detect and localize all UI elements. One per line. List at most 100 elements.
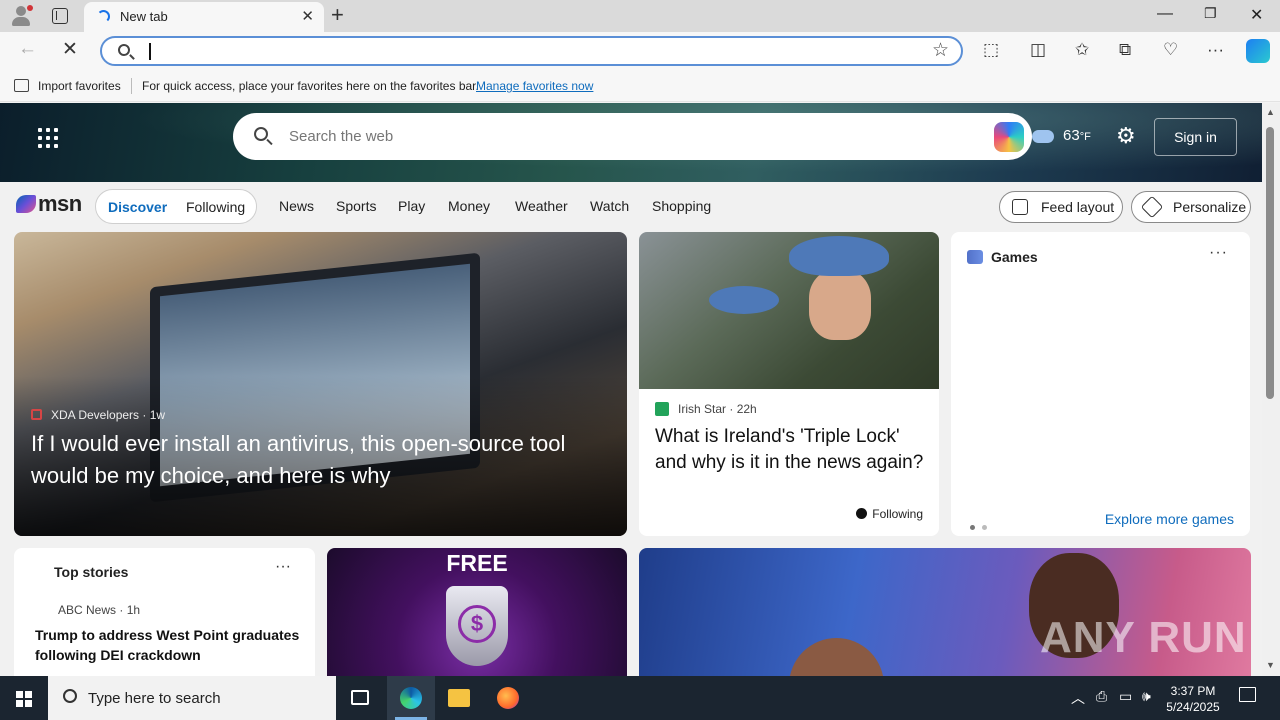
show-hidden-icons[interactable]: ︿ — [1071, 688, 1085, 708]
nav-watch[interactable]: Watch — [590, 198, 629, 214]
article-title[interactable]: What is Ireland's 'Triple Lock' and why … — [655, 424, 927, 476]
nav-weather[interactable]: Weather — [515, 198, 568, 214]
task-view-icon — [351, 690, 369, 705]
following-badge[interactable]: Following — [856, 507, 923, 521]
msn-logo[interactable]: msn — [16, 191, 82, 217]
weather-temperature: 63 — [1063, 127, 1080, 144]
more-options-icon[interactable]: ··· — [275, 558, 291, 576]
source-logo-icon — [31, 409, 42, 420]
system-clock[interactable]: 3:37 PM 5/24/2025 — [1163, 683, 1223, 715]
copilot-icon[interactable] — [1246, 39, 1270, 63]
promo-card[interactable]: FREE $ — [327, 548, 627, 676]
feed-layout-button[interactable]: Feed layout — [999, 191, 1123, 223]
nav-play[interactable]: Play — [398, 198, 425, 214]
task-view-button[interactable] — [336, 676, 384, 720]
top-stories-card: Top stories ··· ABC News · 1h Trump to a… — [14, 548, 315, 676]
device-icon[interactable]: ⎙ — [1096, 688, 1107, 705]
article-source-row: XDA Developers · 1w — [31, 408, 165, 422]
scroll-down-icon[interactable]: ▼ — [1266, 660, 1275, 670]
article-source-row: ABC News · 1h — [58, 603, 141, 617]
search-icon — [63, 689, 77, 703]
add-favorite-icon[interactable]: ☆ — [932, 39, 949, 62]
close-tab-icon[interactable]: ✕ — [301, 7, 314, 25]
watermark: ANY RUN — [1040, 613, 1247, 662]
games-card: Games ··· Explore more games — [951, 232, 1250, 536]
top-stories-title: Top stories — [54, 564, 129, 580]
personalize-button[interactable]: Personalize — [1131, 191, 1251, 223]
window-close-icon[interactable]: ✕ — [1250, 5, 1263, 25]
games-icon — [967, 250, 983, 264]
article-image — [639, 232, 939, 389]
clock-time: 3:37 PM — [1170, 684, 1216, 698]
new-tab-icon[interactable]: + — [331, 4, 344, 26]
tab-discover[interactable]: Discover — [108, 199, 167, 215]
sign-in-button[interactable]: Sign in — [1154, 118, 1237, 156]
promo-word: FREE — [446, 550, 508, 576]
feed-tab-switcher: Discover Following — [95, 189, 257, 224]
tab-strip: New tab ✕ + — ❐ ✕ — [0, 0, 1280, 32]
favorites-bar-message: For quick access, place your favorites h… — [142, 79, 479, 93]
msn-butterfly-icon — [16, 195, 36, 213]
nav-sports[interactable]: Sports — [336, 198, 376, 214]
tab-new-tab[interactable]: New tab ✕ — [84, 2, 324, 32]
search-icon — [254, 127, 268, 141]
copilot-icon[interactable] — [994, 122, 1024, 152]
sliders-icon — [1012, 199, 1028, 215]
scroll-thumb[interactable] — [1266, 127, 1274, 399]
top-story-headline[interactable]: Trump to address West Point graduates fo… — [35, 625, 305, 665]
extensions-icon[interactable]: ⬚ — [983, 40, 999, 60]
check-icon — [856, 508, 868, 519]
tab-following[interactable]: Following — [186, 199, 245, 215]
dollar-icon: $ — [458, 605, 496, 643]
hero-article-card[interactable]: XDA Developers · 1w If I would ever inst… — [14, 232, 627, 536]
taskbar-file-explorer[interactable] — [435, 676, 483, 720]
taskbar-firefox[interactable] — [484, 676, 532, 720]
app-launcher-icon[interactable] — [38, 128, 58, 148]
web-search-box[interactable]: Search the web — [233, 113, 1032, 160]
browser-toolbar: ← ✕ ☆ ⬚ ◫ ✩ ⧉ ♡ ··· — [0, 32, 1280, 70]
minimize-icon[interactable]: — — [1157, 5, 1173, 23]
hero-article-title[interactable]: If I would ever install an antivirus, th… — [31, 428, 611, 492]
windows-start-icon[interactable] — [16, 691, 32, 707]
article-source-row: Irish Star · 22h — [655, 402, 757, 416]
manage-favorites-link[interactable]: Manage favorites now — [476, 79, 593, 93]
windows-taskbar: Type here to search ︿ ⎙ ▭ 🕪 3:37 PM 5/24… — [0, 676, 1280, 720]
split-screen-icon[interactable]: ◫ — [1030, 40, 1046, 60]
explore-more-games-link[interactable]: Explore more games — [1105, 511, 1234, 527]
games-title: Games — [991, 249, 1038, 265]
weather-widget[interactable]: 63°F — [1032, 127, 1091, 144]
nav-news[interactable]: News — [279, 198, 314, 214]
news-card-ireland[interactable]: Irish Star · 22h What is Ireland's 'Trip… — [639, 232, 939, 536]
edge-icon — [400, 687, 422, 709]
more-options-icon[interactable]: ··· — [1207, 40, 1224, 60]
scroll-up-icon[interactable]: ▲ — [1266, 107, 1275, 117]
import-favorites-button[interactable]: Import favorites — [38, 79, 121, 93]
taskbar-search-box[interactable]: Type here to search — [48, 676, 336, 720]
vertical-scrollbar[interactable]: ▲ ▼ — [1262, 103, 1280, 676]
settings-gear-icon[interactable]: ⚙ — [1116, 123, 1136, 149]
web-search-placeholder: Search the web — [289, 128, 394, 145]
back-icon[interactable]: ← — [18, 38, 37, 60]
volume-icon[interactable]: 🕪 — [1142, 688, 1151, 705]
carousel-dots[interactable] — [970, 517, 994, 535]
nav-money[interactable]: Money — [448, 198, 490, 214]
taskbar-edge[interactable] — [387, 676, 435, 720]
address-bar[interactable]: ☆ — [100, 36, 963, 66]
browser-essentials-icon[interactable]: ♡ — [1163, 40, 1178, 60]
profile-icon[interactable] — [9, 5, 33, 27]
tab-actions-icon[interactable] — [52, 8, 68, 24]
restore-icon[interactable]: ❐ — [1204, 5, 1217, 22]
taskbar-search-placeholder: Type here to search — [88, 690, 221, 707]
clock-date: 5/24/2025 — [1166, 700, 1220, 714]
more-options-icon[interactable]: ··· — [1209, 244, 1228, 262]
personalize-icon — [1140, 195, 1164, 219]
text-caret — [149, 43, 151, 60]
nav-shopping[interactable]: Shopping — [652, 198, 711, 214]
collections-icon[interactable]: ⧉ — [1119, 40, 1131, 60]
stop-loading-icon[interactable]: ✕ — [62, 38, 78, 61]
notifications-icon[interactable] — [1239, 687, 1256, 702]
import-favorites-icon[interactable] — [14, 79, 29, 92]
divider — [131, 78, 132, 94]
favorites-icon[interactable]: ✩ — [1075, 40, 1089, 60]
network-icon[interactable]: ▭ — [1119, 688, 1132, 705]
